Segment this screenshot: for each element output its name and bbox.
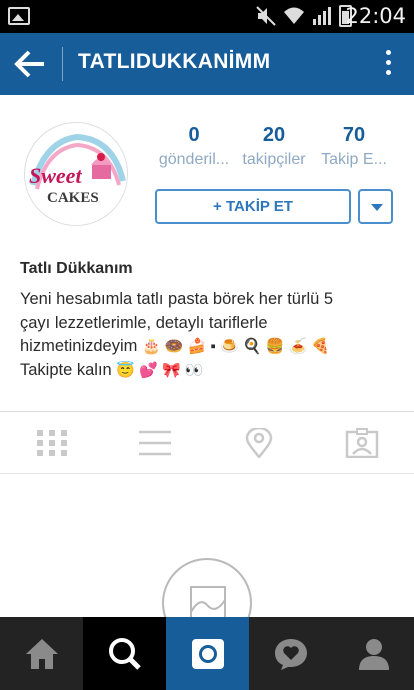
camera-icon bbox=[192, 639, 224, 669]
follow-button[interactable]: + TAKİP ET bbox=[155, 189, 351, 224]
nav-camera[interactable] bbox=[166, 617, 249, 690]
more-options-icon[interactable] bbox=[384, 50, 392, 78]
tagged-photos-icon[interactable] bbox=[345, 428, 379, 458]
list-view-icon[interactable] bbox=[138, 428, 172, 458]
following-count: 70 bbox=[342, 124, 366, 146]
followers-count: 20 bbox=[262, 124, 286, 146]
mute-icon bbox=[256, 6, 276, 26]
bio-face-emoji: 😇 💕 🎀 👀 bbox=[116, 361, 204, 379]
nav-activity[interactable] bbox=[249, 617, 332, 690]
status-time: 22:04 bbox=[345, 4, 406, 28]
image-notification-icon bbox=[8, 7, 30, 25]
profile-bio: Yeni hesabımla tatlı pasta börek her tür… bbox=[20, 288, 400, 382]
home-icon bbox=[26, 639, 58, 669]
profile-view-tabs bbox=[0, 412, 414, 473]
app-bar-divider bbox=[62, 47, 63, 81]
logo-text-cakes: CAKES bbox=[47, 190, 99, 206]
status-bar: 22:04 bbox=[0, 0, 414, 33]
back-arrow-icon[interactable] bbox=[14, 49, 48, 79]
bio-line: Yeni hesabımla tatlı pasta börek her tür… bbox=[20, 290, 334, 308]
nav-search[interactable] bbox=[83, 617, 166, 690]
posts-label: gönderil... bbox=[158, 151, 230, 168]
profile-avatar[interactable]: Sweet CAKES bbox=[24, 122, 128, 226]
logo-text-sweet: Sweet bbox=[29, 163, 82, 188]
bio-line: Takipte kalın 😇 💕 🎀 👀 bbox=[20, 359, 400, 383]
profile-full-name: Tatlı Dükkanım bbox=[20, 260, 133, 277]
map-pin-icon[interactable] bbox=[242, 428, 276, 458]
search-icon bbox=[109, 638, 141, 670]
bio-line-text: Takipte kalın bbox=[20, 360, 112, 379]
followers-label: takipçiler bbox=[242, 151, 306, 168]
bottom-navigation bbox=[0, 617, 414, 690]
bio-line-text: hizmetinizdeyim bbox=[20, 337, 138, 355]
nav-home[interactable] bbox=[0, 617, 83, 690]
suggestions-dropdown-button[interactable] bbox=[358, 189, 393, 224]
sweet-cakes-logo: Sweet CAKES bbox=[25, 123, 127, 225]
posts-count: 0 bbox=[188, 124, 200, 146]
profile-username-title: TATLIDUKKANİMM bbox=[78, 50, 271, 73]
grid-view-icon[interactable] bbox=[35, 428, 69, 458]
status-icons bbox=[255, 5, 352, 27]
activity-bubble-icon bbox=[275, 639, 307, 670]
profile-person-icon bbox=[359, 639, 389, 670]
bio-line: çayı lezzetlerimle, detaylı tariflerle bbox=[20, 313, 268, 332]
profile-stats: 0 gönderil... 20 takipçiler 70 Takip E..… bbox=[154, 124, 394, 180]
app-bar: TATLIDUKKANİMM bbox=[0, 33, 414, 95]
signal-icon bbox=[313, 7, 331, 25]
nav-profile[interactable] bbox=[332, 617, 414, 690]
divider bbox=[0, 473, 414, 474]
followers-stat[interactable]: 20 takipçiler bbox=[234, 124, 314, 169]
following-stat[interactable]: 70 Takip E... bbox=[314, 124, 394, 169]
following-label: Takip E... bbox=[321, 151, 387, 168]
wifi-icon bbox=[284, 7, 304, 24]
posts-stat[interactable]: 0 gönderil... bbox=[154, 124, 234, 169]
bio-line: hizmetinizdeyim 🎂 🍩 🍰 ▪ 🍮 🍳 🍔 🍝 🍕 bbox=[20, 335, 400, 359]
bio-food-emoji: 🎂 🍩 🍰 ▪ 🍮 🍳 🍔 🍝 🍕 bbox=[141, 338, 331, 355]
photo-frame-icon bbox=[190, 586, 226, 620]
